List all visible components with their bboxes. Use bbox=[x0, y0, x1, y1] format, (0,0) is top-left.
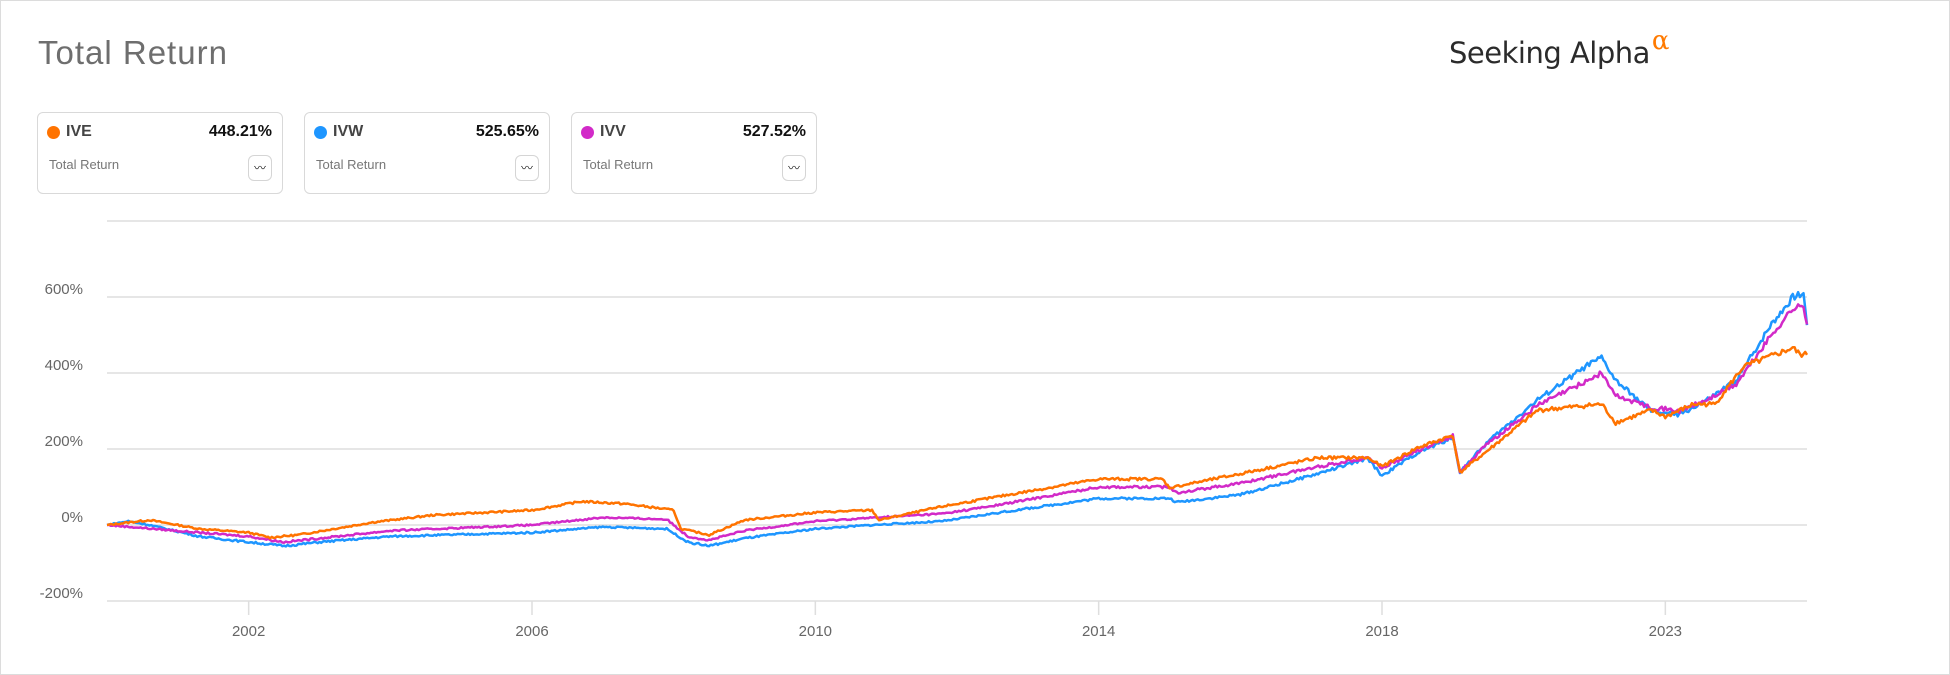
y-tick-label: -200% bbox=[40, 585, 83, 602]
x-tick-label: 2023 bbox=[1649, 623, 1682, 640]
x-tick-label: 2010 bbox=[799, 623, 832, 640]
x-tick-label: 2014 bbox=[1082, 623, 1115, 640]
x-tick-label: 2018 bbox=[1365, 623, 1398, 640]
series-line-ivv bbox=[106, 303, 1809, 544]
x-tick-label: 2006 bbox=[515, 623, 548, 640]
x-tick-label: 2002 bbox=[232, 623, 265, 640]
y-tick-label: 400% bbox=[45, 357, 83, 374]
series-line-ive bbox=[107, 345, 1809, 540]
line-chart: 600% 400% 200% 0% -200% 2002 2006 2010 2014 2018 2… bbox=[40, 220, 1809, 640]
y-tick-label: 200% bbox=[45, 433, 83, 450]
y-tick-label: 0% bbox=[61, 509, 83, 526]
y-tick-label: 600% bbox=[45, 281, 83, 298]
series-line-ivw bbox=[106, 290, 1809, 548]
